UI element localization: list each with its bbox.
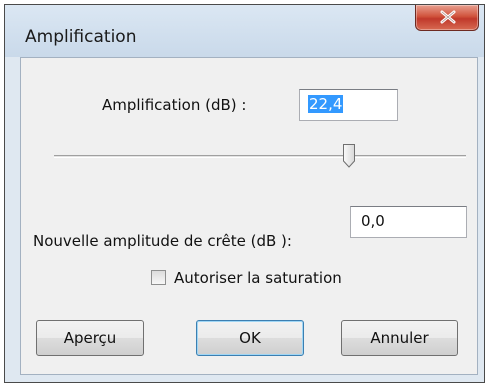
dialog-title: Amplification [25, 27, 137, 47]
amplification-input[interactable]: 22,4 [299, 89, 398, 121]
saturation-label[interactable]: Autoriser la saturation [174, 269, 342, 287]
amplification-value: 22,4 [308, 95, 344, 113]
peak-amplitude-label: Nouvelle amplitude de crête (dB ): [33, 232, 292, 250]
close-button[interactable] [415, 5, 479, 31]
amplification-slider-track[interactable] [54, 155, 466, 158]
peak-amplitude-input[interactable]: 0,0 [350, 206, 467, 238]
dialog-body: Amplification (dB) : 22,4 Nouvelle ampli… [20, 57, 478, 375]
amplification-dialog: Amplification Amplification (dB) : 22,4 … [4, 4, 485, 383]
peak-amplitude-value: 0,0 [361, 212, 385, 230]
title-bar[interactable]: Amplification [5, 5, 484, 57]
cancel-button[interactable]: Annuler [341, 320, 458, 356]
preview-button[interactable]: Aperçu [36, 320, 144, 356]
close-icon [440, 10, 456, 24]
amplification-label: Amplification (dB) : [102, 96, 247, 114]
saturation-checkbox[interactable] [151, 270, 166, 285]
amplification-slider-thumb[interactable] [342, 143, 356, 169]
ok-button[interactable]: OK [196, 320, 304, 356]
